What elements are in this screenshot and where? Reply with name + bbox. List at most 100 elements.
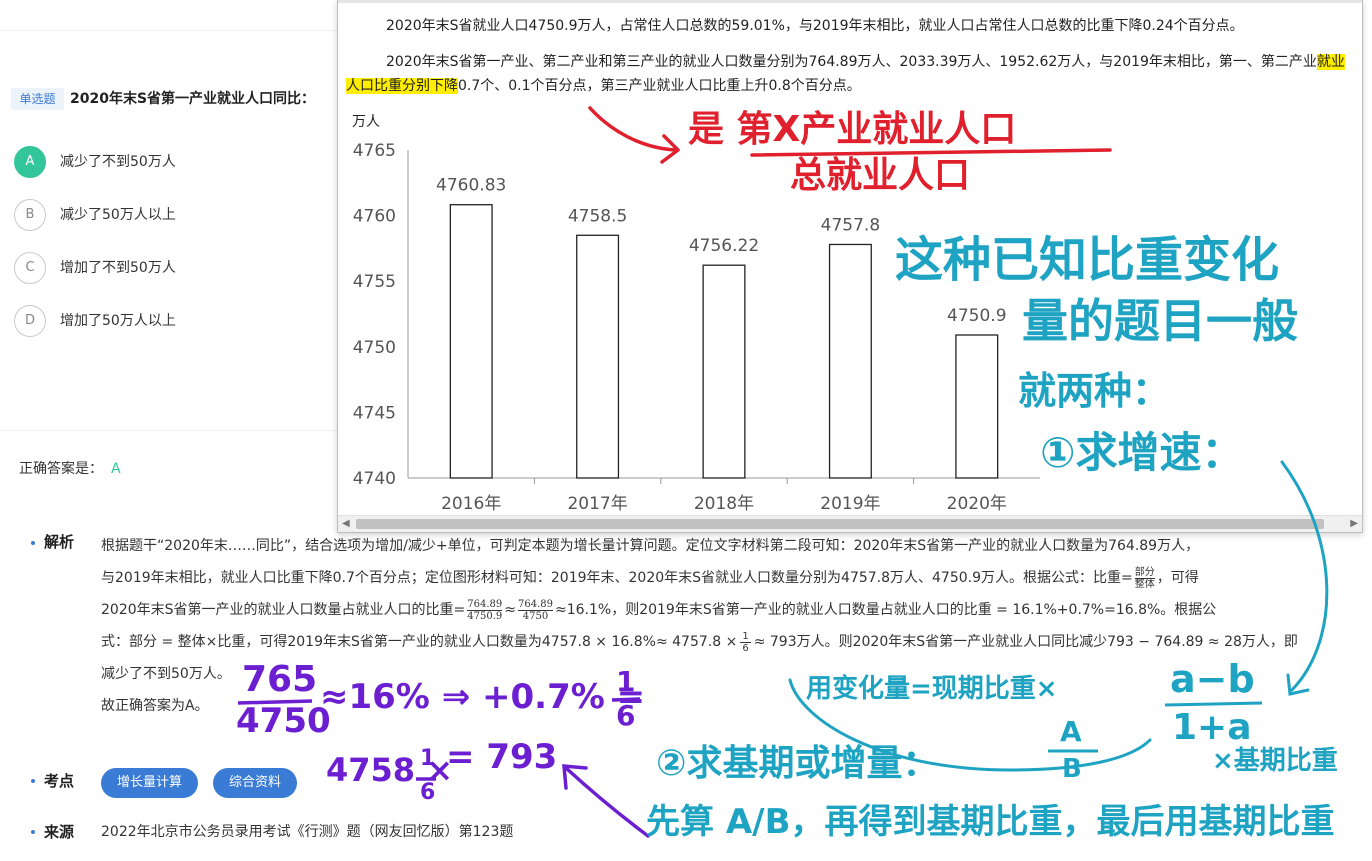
y-tick-label: 4745: [353, 403, 396, 423]
y-tick-labels: 4740 4745 4750 4755 4760 4765: [353, 141, 396, 489]
option-d[interactable]: D 增加了50万人以上: [14, 305, 334, 337]
fraction-denominator: 整体: [1134, 578, 1155, 590]
correct-answer: 正确答案是： A: [19, 459, 121, 479]
option-b[interactable]: B 减少了50万人以上: [14, 199, 334, 231]
bar: [449, 204, 493, 479]
fraction-denominator: 6: [742, 642, 749, 654]
y-tick-label: 4760: [353, 207, 396, 227]
handwriting-purple-line1: ≈16% ⇒ +0.7% =: [320, 677, 646, 717]
fraction-denominator: 4750: [522, 610, 549, 622]
fraction: 16: [740, 630, 751, 654]
analysis-text-run: ≈ 793万人。则2020年末S省第一产业就业人口同比减少793 − 764.8…: [753, 634, 1298, 650]
analysis-text-run: ，可得: [1156, 570, 1199, 586]
bar-value-label: 4760.83: [436, 176, 506, 196]
option-text: 增加了50万人以上: [60, 313, 176, 329]
handwriting-purple-one: 1: [616, 665, 636, 698]
handwriting-cyan-line4: ①求增速：: [1040, 428, 1244, 477]
bars: 4760.83 4758.5 4756.22 4757.8 4750.9: [436, 176, 1007, 479]
bullet-icon: [31, 779, 35, 783]
x-tick-label: 2018年: [694, 494, 754, 514]
horizontal-scrollbar[interactable]: ◀ ▶: [338, 515, 1362, 532]
analysis-text-run: 与2019年末相比，就业人口比重下降0.7个百分点；定位图形材料可知：2019年…: [101, 570, 1133, 586]
divider: [0, 30, 340, 31]
x-tick-label: 2016年: [441, 494, 501, 514]
bar-value-label: 4756.22: [689, 236, 759, 256]
fraction-numerator: 部分: [1134, 566, 1155, 579]
material-paragraph-1: 2020年末S省就业人口4750.9万人，占常住人口总数的59.01%，与201…: [386, 18, 1244, 34]
analysis-text-run: 式：部分 = 整体×比重，可得2019年末S省第一产业的就业人口数量为4757.…: [101, 634, 738, 650]
option-text: 减少了不到50万人: [60, 154, 176, 170]
y-tick-label: 4750: [353, 338, 396, 358]
handwriting-purple-one-small: 1: [420, 746, 436, 771]
analysis-text-run: ≈16.1%，则2019年末S省第一产业的就业人口数量占就业人口的比重 = 16…: [554, 602, 1217, 618]
handwriting-purple-denominator: 4750: [236, 701, 331, 741]
analysis-text-run: 2020年末S省第一产业的就业人口数量占就业人口的比重=: [101, 602, 466, 618]
fraction: 764.89 4750.9: [467, 598, 503, 622]
handwriting-cyan-b: B: [1062, 754, 1082, 784]
x-tick-labels: 2016年 2017年 2018年 2019年 2020年: [441, 478, 1007, 514]
purple-arrowhead-icon: [562, 764, 588, 790]
bar-value-label: 4758.5: [568, 206, 627, 226]
option-letter: C: [14, 252, 46, 284]
bar: [576, 234, 620, 479]
y-tick-label: 4755: [353, 272, 396, 292]
x-tick-label: 2020年: [947, 494, 1007, 514]
material-text: 0.7个、0.1个百分点，第三产业就业人口比重上升0.8个百分点。: [458, 78, 861, 94]
analysis-label: 解析: [44, 533, 75, 551]
bar-value-label: 4757.8: [821, 215, 880, 235]
option-letter: A: [14, 146, 46, 178]
fraction-numerator: 764.89: [517, 598, 553, 611]
option-text: 增加了不到50万人: [60, 260, 176, 276]
handwriting-cyan-line6: 先算 A/B，再得到基期比重，最后用基期比重: [646, 802, 1335, 842]
handwriting-purple-six-small: 6: [420, 780, 436, 805]
scrollbar-thumb[interactable]: [356, 519, 1324, 529]
bar-value-label: 4750.9: [947, 306, 1006, 326]
bar: [702, 264, 746, 479]
window-title-strip: [338, 0, 1362, 3]
option-letter: B: [14, 199, 46, 231]
handwriting-cyan-base-ratio: ×基期比重: [1212, 746, 1338, 776]
handwriting-purple-six: 6: [616, 699, 636, 732]
bar: [828, 243, 872, 479]
x-tick-label: 2017年: [567, 494, 627, 514]
handwriting-red-numerator: 是 第X产业就业人口: [688, 109, 1017, 150]
handwriting-cyan-line2: 量的题目一般: [1022, 294, 1298, 348]
scroll-right-icon[interactable]: ▶: [1350, 518, 1358, 530]
analysis-line: 与2019年末相比，就业人口比重下降0.7个百分点；定位图形材料可知：2019年…: [101, 562, 1323, 594]
handwriting-cyan-formula: 用变化量=现期比重×: [806, 674, 1058, 704]
handwriting-red-denominator: 总就业人口: [790, 155, 971, 196]
option-text: 减少了50万人以上: [60, 207, 176, 223]
option-letter: D: [14, 305, 46, 337]
fraction-denominator: 4750.9: [467, 610, 503, 622]
fraction-numerator: 1: [740, 630, 751, 643]
question-type-badge: 单选题: [11, 88, 64, 110]
fraction-numerator: 764.89: [467, 598, 503, 611]
material-text: 2020年末S省第一产业、第二产业和第三产业的就业人口数量分别为764.89万人…: [386, 54, 1317, 70]
material-paragraph-2: 2020年末S省第一产业、第二产业和第三产业的就业人口数量分别为764.89万人…: [346, 50, 1351, 98]
scroll-left-icon[interactable]: ◀: [342, 518, 350, 530]
handwriting-cyan-line5: ②求基期或增量：: [656, 743, 939, 784]
answer-value: A: [111, 461, 121, 477]
analysis-line: 2020年末S省第一产业的就业人口数量占就业人口的比重= 764.89 4750.9…: [101, 594, 1323, 626]
x-tick-label: 2019年: [820, 494, 880, 514]
source-text: 2022年北京市公务员录用考试《行测》题（网友回忆版）第123题: [101, 824, 514, 840]
handwriting-cyan-a: A: [1060, 715, 1082, 748]
tag-comprehensive[interactable]: 综合资料: [213, 768, 298, 798]
answer-label: 正确答案是：: [19, 461, 103, 477]
y-tick-label: 4740: [353, 469, 396, 489]
y-axis-unit: 万人: [352, 114, 380, 130]
handwriting-purple-result: = 793: [446, 737, 558, 777]
bullet-icon: [31, 830, 35, 834]
tag-growth-calc[interactable]: 增长量计算: [101, 768, 199, 798]
bullet-icon: [31, 541, 35, 545]
approx-sign: ≈: [504, 602, 516, 618]
option-a[interactable]: A 减少了不到50万人: [14, 146, 334, 178]
purple-arrow-icon: [564, 766, 650, 838]
handwriting-cyan-denominator: 1+a: [1172, 707, 1252, 748]
option-c[interactable]: C 增加了不到50万人: [14, 252, 334, 284]
handwriting-cyan-line1: 这种已知比重变化: [895, 232, 1280, 288]
divider: [0, 430, 340, 431]
y-tick-label: 4765: [353, 141, 396, 161]
handwriting-purple-numerator: 765: [242, 659, 318, 700]
handwriting-cyan-line3: 就两种：: [1018, 369, 1171, 413]
